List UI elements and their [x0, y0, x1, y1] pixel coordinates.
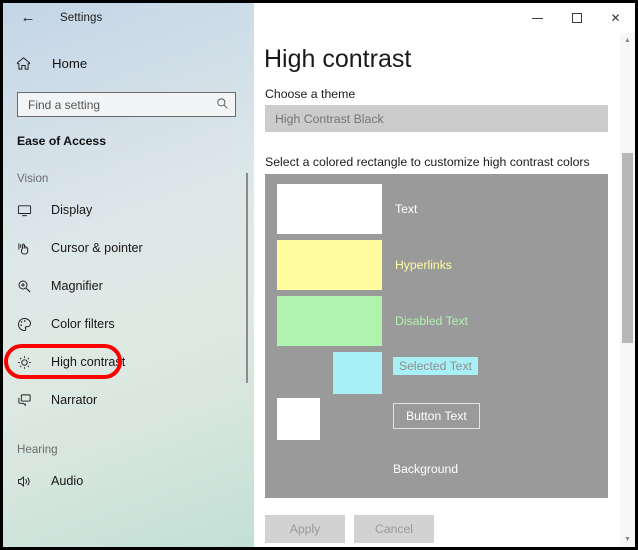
narrator-icon: [17, 393, 39, 408]
sidebar-item-label: Audio: [51, 474, 84, 488]
sidebar-section-vision: Vision Display Cursor & pointer Magnifie…: [3, 172, 254, 419]
sidebar-item-display[interactable]: Display: [3, 191, 254, 229]
swatch-hyperlinks[interactable]: [277, 240, 382, 290]
cancel-button[interactable]: Cancel: [354, 515, 434, 543]
brightness-icon: [17, 355, 39, 370]
sidebar-item-label: Color filters: [51, 317, 115, 331]
sidebar-titlebar: ← Settings: [3, 3, 254, 32]
preview-label-button-text: Button Text: [393, 403, 480, 429]
cursor-pointer-icon: [17, 241, 39, 256]
sidebar-item-magnifier[interactable]: Magnifier: [3, 267, 254, 305]
settings-window: ← Settings Home Ease of Access Vision Di…: [0, 0, 638, 550]
sidebar-item-cursor-pointer[interactable]: Cursor & pointer: [3, 229, 254, 267]
preview-label-text: Text: [395, 202, 418, 216]
search-input[interactable]: [28, 97, 212, 112]
swatch-text[interactable]: [277, 184, 382, 234]
preview-label-disabled-text: Disabled Text: [395, 314, 468, 328]
preview-label-selected-text: Selected Text: [393, 357, 478, 375]
sidebar-item-home[interactable]: Home: [3, 48, 254, 79]
section-label-hearing: Hearing: [17, 443, 58, 456]
main-content: ✕ High contrast Choose a theme High Cont…: [254, 3, 635, 547]
sidebar-item-label: Magnifier: [51, 279, 103, 293]
sidebar-item-label: Display: [51, 203, 93, 217]
color-preview-panel: Text Hyperlinks Disabled Text Selected T…: [265, 174, 608, 498]
theme-dropdown[interactable]: High Contrast Black: [265, 105, 608, 132]
customize-instruction-label: Select a colored rectangle to customize …: [265, 155, 590, 169]
minimize-button[interactable]: [518, 3, 557, 33]
back-arrow-icon[interactable]: ←: [14, 7, 42, 29]
preview-label-background: Background: [393, 462, 459, 476]
theme-label: Choose a theme: [265, 87, 356, 101]
sidebar-item-label: Cursor & pointer: [51, 241, 143, 255]
search-icon[interactable]: [216, 97, 229, 113]
sidebar-group-title: Ease of Access: [17, 134, 106, 148]
sidebar-item-label: Narrator: [51, 393, 98, 407]
main-scrollbar[interactable]: ▲ ▼: [620, 33, 635, 547]
home-icon: [16, 56, 40, 71]
close-button[interactable]: ✕: [596, 3, 635, 33]
sidebar-item-label: Home: [52, 56, 88, 71]
search-box[interactable]: [17, 92, 236, 117]
app-title: Settings: [60, 11, 103, 24]
swatch-disabled-text[interactable]: [277, 296, 382, 346]
section-label-vision: Vision: [17, 172, 49, 185]
sidebar-item-label: High contrast: [51, 355, 126, 369]
apply-button[interactable]: Apply: [265, 515, 345, 543]
preview-label-hyperlinks: Hyperlinks: [395, 258, 452, 272]
sidebar-item-color-filters[interactable]: Color filters: [3, 305, 254, 343]
swatch-selected-text[interactable]: [333, 352, 382, 394]
page-title: High contrast: [264, 45, 412, 73]
scroll-down-arrow-icon[interactable]: ▼: [620, 532, 635, 547]
sidebar-scrollbar[interactable]: [246, 173, 248, 383]
color-palette-icon: [17, 317, 39, 332]
sidebar-section-hearing: Hearing Audio: [3, 443, 254, 500]
maximize-button[interactable]: [557, 3, 596, 33]
theme-selected-value: High Contrast Black: [275, 111, 384, 126]
sidebar-item-high-contrast[interactable]: High contrast: [3, 343, 254, 381]
scrollbar-thumb[interactable]: [622, 153, 633, 343]
window-controls: ✕: [518, 3, 635, 33]
sidebar: ← Settings Home Ease of Access Vision Di…: [3, 3, 254, 547]
swatch-button-text[interactable]: [277, 398, 320, 440]
speaker-icon: [17, 474, 39, 489]
magnifier-icon: [17, 279, 39, 294]
sidebar-item-narrator[interactable]: Narrator: [3, 381, 254, 419]
scroll-up-arrow-icon[interactable]: ▲: [620, 33, 635, 48]
sidebar-item-audio[interactable]: Audio: [3, 462, 254, 500]
monitor-icon: [17, 203, 39, 218]
